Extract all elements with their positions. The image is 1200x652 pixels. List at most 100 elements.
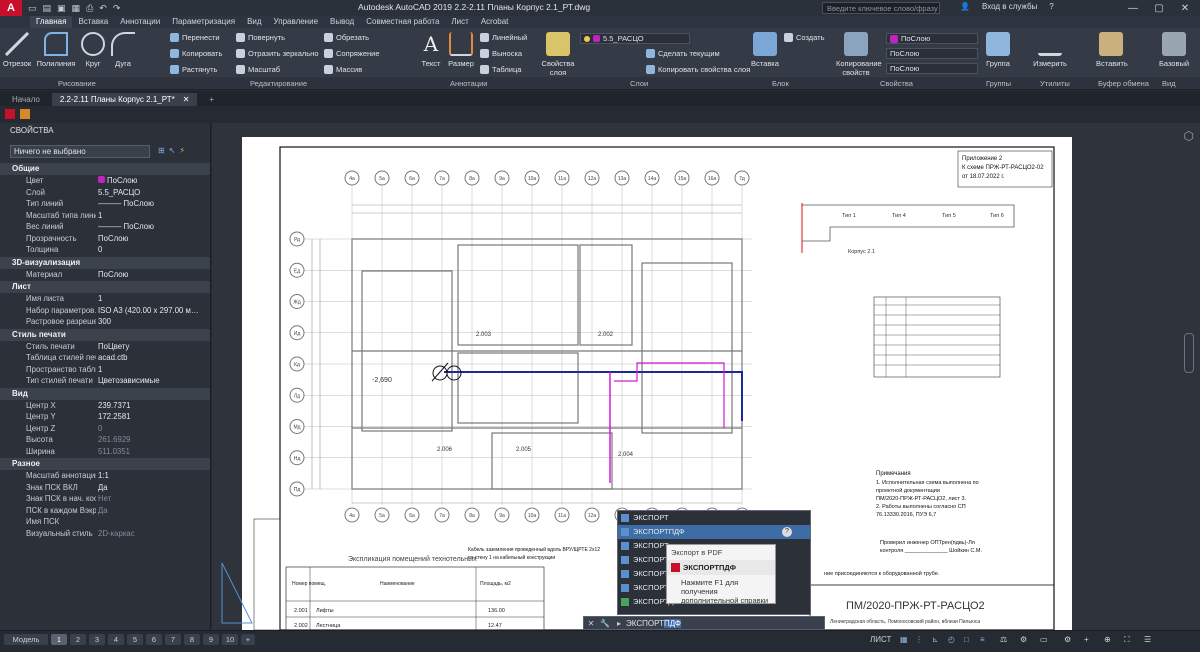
property-row[interactable]: Знак ПСК в нач. коо…Нет	[0, 493, 210, 505]
sign-in-link[interactable]: Вход в службы	[982, 2, 1037, 11]
tab-annotate[interactable]: Аннотации	[114, 16, 166, 28]
panel-utilities-label[interactable]: Утилиты	[1040, 79, 1070, 88]
customize-status-icon[interactable]: ☰	[1144, 635, 1151, 644]
trim-button[interactable]: Обрезать	[324, 33, 369, 42]
print-icon[interactable]: ⎙	[86, 3, 93, 14]
dimension-tool[interactable]: Размер	[446, 32, 476, 68]
property-row[interactable]: Пространство табли…1	[0, 364, 210, 376]
property-row[interactable]: Толщина 0	[0, 244, 210, 256]
insert-block-button[interactable]: Вставка	[750, 32, 780, 68]
text-tool[interactable]: A Текст	[418, 32, 444, 68]
help-icon[interactable]: ?	[782, 527, 792, 537]
property-value[interactable]: 1	[96, 364, 210, 376]
property-row[interactable]: Материал ПоСлою	[0, 269, 210, 281]
autocomplete-item[interactable]: ЭКСПОРТ	[618, 511, 810, 525]
property-row[interactable]: Визуальный стиль 2D-каркас	[0, 528, 210, 540]
selection-dropdown[interactable]: Ничего не выбрано	[10, 145, 150, 158]
tab-insert[interactable]: Вставка	[72, 16, 114, 28]
tab-start[interactable]: Начало	[4, 93, 48, 106]
property-row[interactable]: Центр Z 0	[0, 423, 210, 435]
panel-modify-label[interactable]: Редактирование	[250, 79, 307, 88]
save-icon[interactable]: ▣	[57, 3, 66, 14]
property-value[interactable]: 1	[96, 293, 210, 305]
ortho-icon[interactable]: ⊾	[932, 635, 939, 644]
property-value[interactable]: 1:1	[96, 470, 210, 482]
property-row[interactable]: Центр Y 172.2581	[0, 411, 210, 423]
autocomplete-item[interactable]: ЭКСПОРТПДФ?	[618, 525, 810, 539]
command-input[interactable]: ЭКСПОРТПДФ	[626, 618, 682, 628]
layout-tab[interactable]: 9	[203, 634, 219, 645]
property-row[interactable]: Стиль печати ПоЦвету	[0, 341, 210, 353]
property-value[interactable]: ПоСлою	[96, 269, 210, 281]
property-value[interactable]: ——— ПоСлою	[96, 198, 210, 210]
move-button[interactable]: Перенести	[170, 33, 220, 42]
property-value[interactable]: Да	[96, 505, 210, 517]
search-input[interactable]: Введите ключевое слово/фразу	[822, 2, 940, 14]
autocad-logo-icon[interactable]: A	[0, 0, 22, 16]
property-row[interactable]: Цвет ПоСлою	[0, 175, 210, 187]
tab-drawing[interactable]: 2.2-2.11 Планы Корпус 2.1_РТ* ✕	[51, 93, 198, 106]
property-row[interactable]: Набор параметров… ISO A3 (420.00 x 297.00…	[0, 305, 210, 317]
clean-screen-icon[interactable]: ⛶	[1124, 635, 1130, 645]
arc-tool[interactable]: Дуга	[110, 32, 136, 68]
property-row[interactable]: Масштаб типа линий 1	[0, 210, 210, 222]
property-value[interactable]: 172.2581	[96, 411, 210, 423]
scale-button[interactable]: Масштаб	[236, 65, 280, 74]
property-row[interactable]: ПСК в каждом Вэкр…Да	[0, 505, 210, 517]
copy-button[interactable]: Копировать	[170, 49, 222, 58]
app-menu-button[interactable]	[0, 16, 30, 28]
space-toggle[interactable]: ЛИСТ	[870, 635, 891, 644]
property-value[interactable]	[96, 516, 210, 528]
undo-icon[interactable]: ↶	[99, 3, 107, 14]
snap-icon[interactable]: ⋮	[915, 635, 923, 644]
property-row[interactable]: Имя ПСК	[0, 516, 210, 528]
layout-tab[interactable]: 7	[165, 634, 181, 645]
linetype-dropdown[interactable]: ПоСлою	[886, 63, 978, 74]
hardware-accel-icon[interactable]: ⊕	[1104, 635, 1111, 644]
rotate-button[interactable]: Повернуть	[236, 33, 285, 42]
property-value[interactable]: Да	[96, 482, 210, 494]
circle-tool[interactable]: Круг	[80, 32, 106, 68]
section-header[interactable]: Стиль печати	[0, 328, 210, 341]
property-row[interactable]: Слой 5.5_РАСЦО	[0, 187, 210, 199]
stretch-button[interactable]: Растянуть	[170, 65, 217, 74]
base-view-button[interactable]: Базовый	[1156, 32, 1192, 68]
property-row[interactable]: Ширина 511.0351	[0, 446, 210, 458]
tab-close-icon[interactable]: ✕	[183, 95, 190, 104]
property-row[interactable]: Растровое разреше…300	[0, 316, 210, 328]
tab-layout[interactable]: Лист	[445, 16, 474, 28]
layout-tab[interactable]: 10	[222, 634, 238, 645]
property-row[interactable]: Масштаб аннотаций 1:1	[0, 470, 210, 482]
table-button[interactable]: Таблица	[480, 65, 521, 74]
panel-block-label[interactable]: Блок	[772, 79, 789, 88]
property-value[interactable]: ——— ПоСлою	[96, 221, 210, 233]
panel-draw-label[interactable]: Рисование	[58, 79, 96, 88]
fillet-button[interactable]: Сопряжение	[324, 49, 380, 58]
add-layout-icon[interactable]: +	[241, 634, 255, 645]
property-value[interactable]: 5.5_РАСЦО	[96, 187, 210, 199]
grid-icon[interactable]: ▦	[900, 635, 908, 644]
layout-tab[interactable]: 5	[127, 634, 143, 645]
property-value[interactable]: 239.7371	[96, 400, 210, 412]
polar-icon[interactable]: ◴	[948, 635, 955, 644]
panel-view-label[interactable]: Вид	[1162, 79, 1176, 88]
panel-annotation-label[interactable]: Аннотации	[450, 79, 488, 88]
tab-home[interactable]: Главная	[30, 16, 73, 28]
property-value[interactable]: 0	[96, 244, 210, 256]
pdf-settings-icon[interactable]	[20, 109, 30, 119]
close-icon[interactable]: ✕	[1174, 0, 1196, 16]
maximize-icon[interactable]: ▢	[1148, 0, 1170, 16]
property-row[interactable]: Тип стилей печати Цветозависимые	[0, 375, 210, 387]
paste-button[interactable]: Вставить	[1096, 32, 1128, 68]
annotation-scale-icon[interactable]: ⚖	[1000, 635, 1007, 644]
section-header[interactable]: Общие	[0, 163, 210, 175]
redo-icon[interactable]: ↷	[113, 3, 121, 14]
line-tool[interactable]: Отрезок	[2, 32, 32, 68]
lineweight-dropdown[interactable]: ПоСлою	[886, 48, 978, 59]
property-value[interactable]: 1	[96, 210, 210, 222]
quick-select-icon[interactable]: ⚡	[179, 146, 185, 155]
tab-acrobat[interactable]: Acrobat	[475, 16, 515, 28]
units-icon[interactable]: ▭	[1040, 635, 1048, 644]
property-value[interactable]: 300	[96, 316, 210, 328]
property-row[interactable]: Тип линий ——— ПоСлою	[0, 198, 210, 210]
